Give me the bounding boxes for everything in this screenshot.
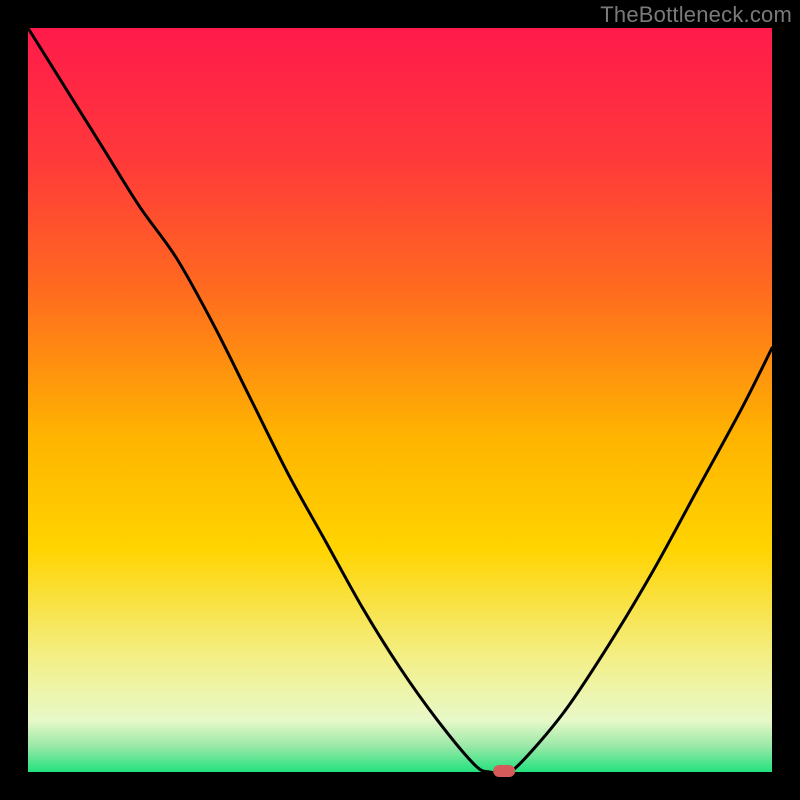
- bottleneck-chart: TheBottleneck.com: [0, 0, 800, 800]
- optimal-point-marker: [493, 765, 515, 777]
- watermark-label: TheBottleneck.com: [600, 2, 792, 28]
- chart-canvas: [0, 0, 800, 800]
